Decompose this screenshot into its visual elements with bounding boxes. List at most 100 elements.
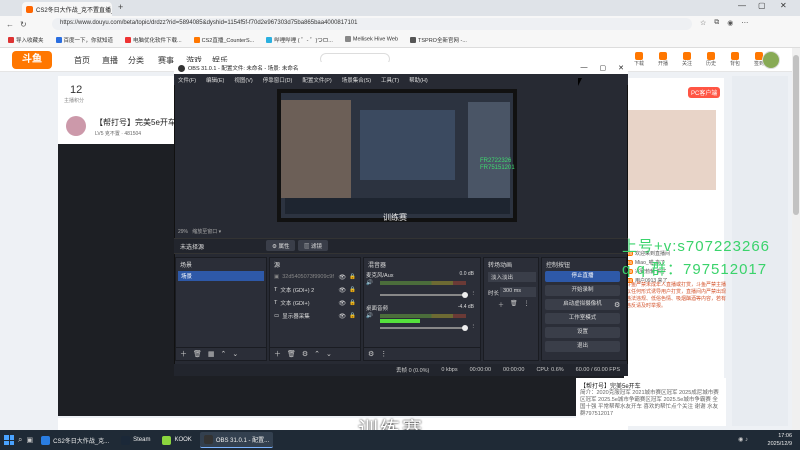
channel-settings-icon[interactable]: ⋮ (471, 291, 477, 297)
task-view-icon[interactable]: ▣ (26, 436, 33, 444)
chevron-down-icon[interactable]: ▾ (219, 229, 222, 235)
control-button[interactable]: 停止直播 (545, 271, 620, 282)
taskbar-app[interactable]: OBS 31.0.1 - 配置... (199, 432, 274, 448)
down-icon[interactable]: ⌄ (232, 350, 238, 358)
obs-maximize-icon[interactable]: ▢ (600, 64, 607, 72)
volume-icon[interactable]: ♪ (745, 437, 748, 443)
add-transition-icon[interactable]: ＋ (498, 300, 504, 309)
search-icon[interactable]: ⌕ (18, 435, 22, 445)
visibility-eye-icon[interactable]: 👁 (339, 274, 347, 281)
maximize-icon[interactable]: ▢ (758, 1, 766, 10)
scrollbar-thumb[interactable] (793, 55, 799, 215)
nav-category[interactable]: 分类 (128, 55, 144, 66)
add-source-icon[interactable]: ＋ (274, 349, 281, 359)
nav-live[interactable]: 直播 (102, 55, 118, 66)
favorite-icon[interactable]: ☆ (700, 19, 706, 27)
duration-input[interactable]: 300 ms (500, 287, 536, 297)
new-tab-button[interactable]: + (118, 2, 123, 12)
lock-icon[interactable]: 🔒 (349, 313, 356, 319)
network-icon[interactable]: ◉ (738, 437, 743, 443)
nav-events[interactable]: 赛事 (158, 55, 174, 66)
obs-minimize-icon[interactable]: — (581, 64, 588, 72)
more-icon[interactable]: ⋮ (380, 350, 387, 358)
volume-slider[interactable] (380, 327, 466, 329)
header-icon-button[interactable]: 下载 (632, 52, 646, 67)
close-window-icon[interactable]: ✕ (780, 1, 787, 10)
header-icon-button[interactable]: 历史 (704, 52, 718, 67)
bookmark-item[interactable]: 电脑优化软件下载... (125, 36, 182, 44)
bookmark-item[interactable]: Mellisek Hive Web (344, 36, 398, 43)
lock-icon[interactable]: 🔒 (349, 300, 356, 306)
properties-button[interactable]: ⚙ 属性 (266, 240, 296, 251)
filters-button[interactable]: ▥ 滤镜 (298, 240, 329, 251)
obs-menu-item[interactable]: 编辑(E) (206, 76, 224, 84)
speaker-icon[interactable]: 🔊 (366, 313, 373, 319)
header-icon-button[interactable]: 开播 (656, 52, 670, 67)
speaker-icon[interactable]: 🔊 (366, 280, 373, 286)
source-item[interactable]: ▣ 32d5405073f9909c9f 👁 🔒 (272, 271, 358, 283)
profile-icon[interactable]: ◉ (727, 19, 733, 27)
volume-handle[interactable] (462, 292, 468, 298)
bookmark-item[interactable]: 哔哩哔哩 ( ゜- ゜)つロ... (266, 36, 333, 44)
channel-settings-icon[interactable]: ⋮ (471, 324, 477, 330)
header-icon-button[interactable]: 背包 (728, 52, 742, 67)
header-icon-button[interactable]: 关注 (680, 52, 694, 67)
remove-transition-icon[interactable]: 🗑 (510, 300, 518, 309)
virtual-camera-settings-icon[interactable]: ⚙ (614, 301, 620, 309)
mixer-settings-icon[interactable]: ⚙ (368, 350, 374, 358)
control-button[interactable]: 启动虚拟摄像机 (545, 299, 620, 310)
obs-menu-item[interactable]: 场景集合(S) (342, 76, 371, 84)
refresh-icon[interactable]: ↻ (20, 20, 27, 29)
obs-menu-item[interactable]: 停靠窗口(D) (263, 76, 293, 84)
source-item[interactable]: ▭ 显示器采集 👁 🔒 (272, 310, 358, 322)
remove-icon[interactable]: 🗑 (193, 350, 202, 358)
obs-menu-item[interactable]: 工具(T) (381, 76, 399, 84)
streamer-avatar[interactable] (66, 116, 86, 136)
user-avatar[interactable] (762, 51, 780, 69)
control-button[interactable]: 开始录制 (545, 285, 620, 296)
control-button[interactable]: 工作室模式 (545, 313, 620, 324)
control-button[interactable]: 设置 (545, 327, 620, 338)
up-icon[interactable]: ⌃ (221, 350, 227, 358)
url-field[interactable]: https://www.douyu.com/beta/topic/drdzz?r… (52, 18, 692, 30)
douyu-logo[interactable]: 斗鱼 (12, 51, 52, 69)
add-icon[interactable]: ＋ (180, 349, 187, 359)
volume-slider[interactable] (380, 294, 466, 296)
bookmark-item[interactable]: 百度一下，你就知道 (55, 36, 113, 44)
back-icon[interactable]: ← (6, 20, 14, 29)
remove-source-icon[interactable]: 🗑 (287, 350, 296, 358)
nav-home[interactable]: 首页 (74, 55, 90, 66)
pc-client-badge[interactable]: PC客户端 (688, 87, 721, 98)
control-button[interactable]: 退出 (545, 341, 620, 352)
source-item[interactable]: T 文本 (GDI+) 2 👁 🔒 (272, 284, 358, 296)
zoom-mode[interactable]: 缩放至窗口 (192, 229, 217, 235)
scene-item[interactable]: 场景 (178, 271, 264, 281)
start-icon[interactable] (4, 435, 14, 445)
source-item[interactable]: T 文本 (GDI+) 👁 🔒 (272, 297, 358, 309)
bookmark-item[interactable]: CS2直播_CounterS... (193, 36, 254, 44)
obs-menu-item[interactable]: 文件(F) (178, 76, 196, 84)
down-icon[interactable]: ⌄ (326, 350, 332, 358)
ad-banner[interactable] (626, 110, 716, 190)
lock-icon[interactable]: 🔒 (349, 287, 356, 293)
minimize-icon[interactable]: — (738, 1, 746, 10)
taskbar-app[interactable]: KOOK (158, 432, 195, 448)
taskbar-app[interactable]: CS2冬日大作战_克... (37, 432, 113, 448)
taskbar-app[interactable]: Steam (117, 432, 154, 448)
extensions-icon[interactable]: ⧉ (714, 19, 719, 27)
source-settings-icon[interactable]: ⚙ (302, 350, 308, 358)
obs-menu-item[interactable]: 视图(V) (234, 76, 252, 84)
visibility-eye-icon[interactable]: 👁 (339, 313, 347, 320)
obs-menu-item[interactable]: 帮助(H) (409, 76, 428, 84)
lock-icon[interactable]: 🔒 (349, 274, 356, 280)
clock[interactable]: 17:06 2025/12/9 (768, 432, 792, 448)
transition-select[interactable]: 淡入淡出 (488, 272, 536, 282)
visibility-eye-icon[interactable]: 👁 (339, 287, 347, 294)
obs-menu-item[interactable]: 配置文件(P) (302, 76, 331, 84)
more-icon[interactable]: ⋮ (524, 300, 530, 309)
bookmark-item[interactable]: TSPRO全新官网 -... (410, 36, 467, 44)
more-icon[interactable]: ⋯ (741, 19, 748, 27)
obs-close-icon[interactable]: ✕ (618, 64, 624, 72)
volume-handle[interactable] (462, 325, 468, 331)
visibility-eye-icon[interactable]: 👁 (339, 300, 347, 307)
